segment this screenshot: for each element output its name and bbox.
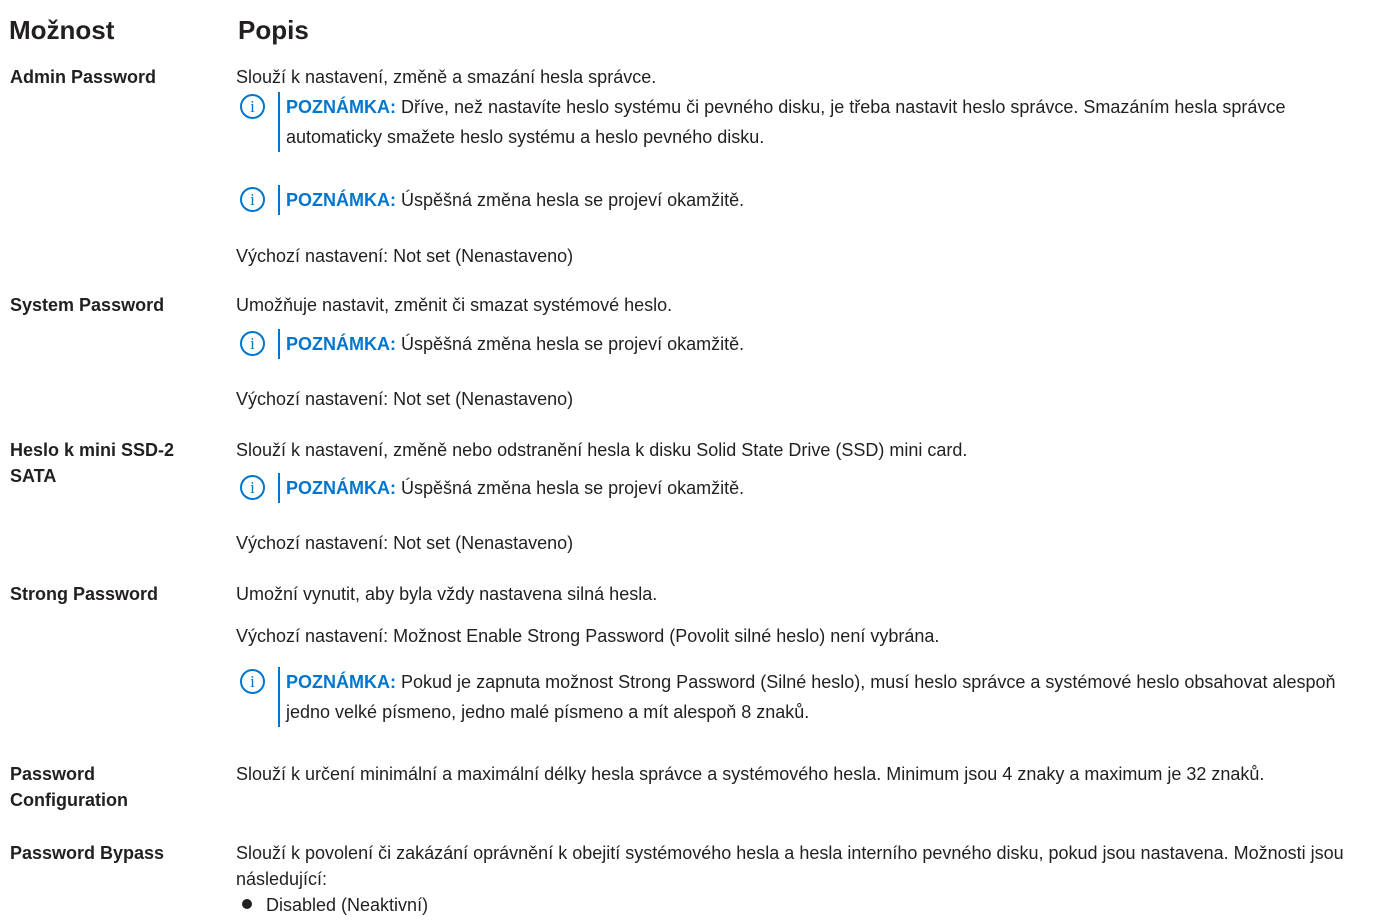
note-ssd-password: i POZNÁMKA: Úspěšná změna hesla se proje… [236,473,1356,503]
note-label: POZNÁMKA: [286,190,396,210]
table-header: Možnost Popis [0,14,1374,46]
note-text: POZNÁMKA: Pokud je zapnuta možnost Stron… [286,667,1356,727]
description-password-bypass: Slouží k povolení či zakázání oprávnění … [236,843,1344,889]
note-admin-password-1: i POZNÁMKA: Dříve, než nastavíte heslo s… [236,92,1356,152]
description-system-password: Umožňuje nastavit, změnit či smazat syst… [236,295,673,315]
description-password-configuration: Slouží k určení minimální a maximální dé… [236,764,1265,784]
note-text: POZNÁMKA: Dříve, než nastavíte heslo sys… [286,92,1356,152]
note-bar [278,473,280,503]
option-admin-password: Admin Password [10,67,157,87]
option-password-configuration: Password Configuration [10,764,128,810]
description-strong-password: Umožní vynutit, aby byla vždy nastavena … [236,584,658,604]
note-strong-password: i POZNÁMKA: Pokud je zapnuta možnost Str… [236,667,1356,727]
info-icon: i [240,187,265,212]
info-icon: i [240,94,265,119]
note-body: Dříve, než nastavíte heslo systému či pe… [286,97,1286,147]
default-system-password: Výchozí nastavení: Not set (Nenastaveno) [236,389,574,409]
note-system-password: i POZNÁMKA: Úspěšná změna hesla se proje… [236,329,1356,359]
default-admin-password: Výchozí nastavení: Not set (Nenastaveno) [236,246,574,266]
bullet-icon [242,899,252,909]
option-strong-password: Strong Password [10,584,159,604]
note-bar [278,185,280,215]
description-admin-password: Slouží k nastavení, změně a smazání hesl… [236,67,657,87]
default-strong-password: Výchozí nastavení: Možnost Enable Strong… [236,626,940,646]
note-text: POZNÁMKA: Úspěšná změna hesla se projeví… [286,329,1356,359]
note-text: POZNÁMKA: Úspěšná změna hesla se projeví… [286,473,1356,503]
note-body: Úspěšná změna hesla se projeví okamžitě. [401,478,745,498]
list-item-text: Disabled (Neaktivní) [266,895,429,915]
note-label: POZNÁMKA: [286,334,396,354]
note-admin-password-2: i POZNÁMKA: Úspěšná změna hesla se proje… [236,185,1356,215]
note-body: Úspěšná změna hesla se projeví okamžitě. [401,334,745,354]
note-bar [278,329,280,359]
column-header-option: Možnost [9,15,115,45]
note-bar [278,92,280,152]
note-label: POZNÁMKA: [286,672,396,692]
info-icon: i [240,669,265,694]
note-text: POZNÁMKA: Úspěšná změna hesla se projeví… [286,185,1356,215]
option-password-bypass: Password Bypass [10,843,165,863]
note-bar [278,667,280,727]
note-body: Úspěšná změna hesla se projeví okamžitě. [401,190,745,210]
list-item: Disabled (Neaktivní) [242,892,428,918]
column-header-description: Popis [238,15,309,45]
option-ssd-password: Heslo k mini SSD-2 SATA [10,440,175,486]
option-system-password: System Password [10,295,165,315]
default-ssd-password: Výchozí nastavení: Not set (Nenastaveno) [236,533,574,553]
info-icon: i [240,331,265,356]
info-icon: i [240,475,265,500]
note-label: POZNÁMKA: [286,97,396,117]
description-ssd-password: Slouží k nastavení, změně nebo odstraněn… [236,440,968,460]
note-body: Pokud je zapnuta možnost Strong Password… [286,672,1336,722]
note-label: POZNÁMKA: [286,478,396,498]
